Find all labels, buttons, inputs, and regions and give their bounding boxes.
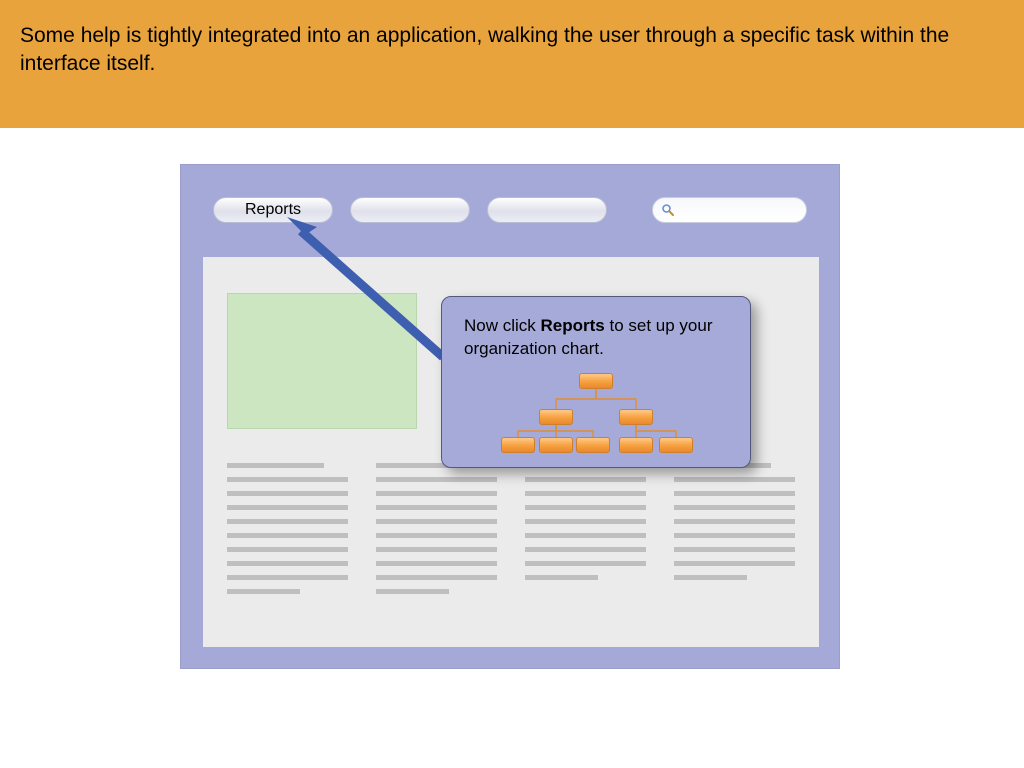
text-line (525, 519, 646, 524)
text-line (525, 477, 646, 482)
text-line (674, 561, 795, 566)
text-line (227, 463, 324, 468)
app-frame: Reports (180, 164, 840, 669)
text-line (674, 547, 795, 552)
text-line (227, 575, 348, 580)
text-line (674, 533, 795, 538)
text-line (227, 477, 348, 482)
text-line (525, 533, 646, 538)
text-line (227, 491, 348, 496)
column (525, 463, 646, 594)
text-line (376, 477, 497, 482)
callout-pre: Now click (464, 316, 541, 335)
text-line (674, 575, 747, 580)
text-line (227, 505, 348, 510)
text-line (376, 533, 497, 538)
search-input[interactable] (652, 197, 807, 223)
callout-bold: Reports (541, 316, 605, 335)
tab-3[interactable] (487, 197, 607, 223)
callout-text: Now click Reports to set up your organiz… (464, 315, 728, 361)
text-line (376, 575, 497, 580)
text-columns (227, 463, 795, 594)
text-line (227, 589, 300, 594)
column (376, 463, 497, 594)
tab-2[interactable] (350, 197, 470, 223)
text-line (525, 547, 646, 552)
text-line (376, 505, 497, 510)
illustration-canvas: Reports (180, 164, 840, 669)
tab-reports[interactable]: Reports (213, 197, 333, 223)
text-line (227, 519, 348, 524)
text-line (376, 561, 497, 566)
hero-placeholder (227, 293, 417, 429)
text-line (227, 547, 348, 552)
walkthrough-callout: Now click Reports to set up your organiz… (441, 296, 751, 468)
toolbar: Reports (213, 197, 807, 223)
search-icon (661, 203, 675, 217)
text-line (525, 491, 646, 496)
text-line (376, 491, 497, 496)
text-line (674, 477, 795, 482)
text-line (525, 575, 598, 580)
tab-label: Reports (245, 201, 301, 219)
explanation-banner: Some help is tightly integrated into an … (0, 0, 1024, 128)
text-line (525, 505, 646, 510)
explanation-text: Some help is tightly integrated into an … (20, 22, 1000, 79)
text-line (674, 519, 795, 524)
org-chart-icon (481, 373, 711, 453)
text-line (376, 547, 497, 552)
text-line (227, 561, 348, 566)
text-line (674, 505, 795, 510)
column (674, 463, 795, 594)
text-line (674, 491, 795, 496)
text-line (227, 533, 348, 538)
text-line (376, 519, 497, 524)
text-line (525, 561, 646, 566)
text-line (376, 589, 449, 594)
column (227, 463, 348, 594)
